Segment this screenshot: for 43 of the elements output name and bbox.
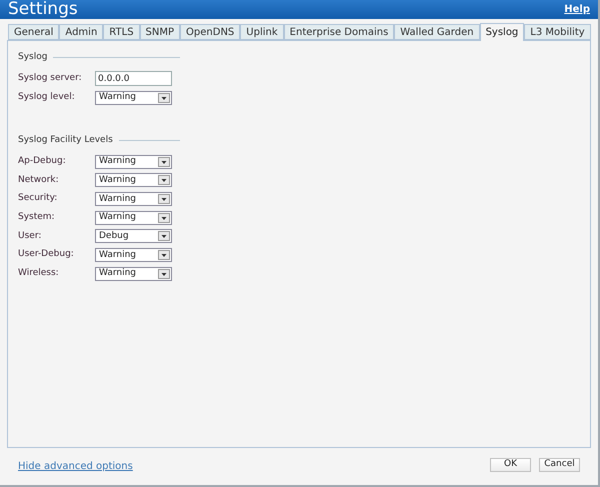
window-title: Settings [8, 1, 78, 18]
caret-icon [158, 175, 170, 186]
dropdown[interactable]: Warning [95, 90, 172, 105]
text-field[interactable]: 0.0.0.0 [95, 71, 172, 86]
cancel-button[interactable]: Cancel [539, 458, 580, 472]
tab[interactable]: L3 Mobility [524, 24, 591, 40]
dropdown[interactable]: Warning [95, 173, 172, 188]
field-label: Syslog server: [18, 72, 83, 86]
dropdown[interactable]: Debug [95, 229, 172, 244]
tab[interactable]: SNMP [140, 24, 180, 40]
dropdown[interactable]: Warning [95, 154, 172, 169]
tab[interactable]: Walled Garden [394, 24, 480, 40]
caret-icon [158, 212, 170, 223]
field-label: User: [18, 230, 42, 243]
field-label: System: [18, 211, 56, 224]
tab[interactable]: General [8, 24, 60, 40]
field-label: Network: [18, 174, 60, 187]
section-title: Syslog Facility Levels [18, 134, 113, 147]
dropdown[interactable]: Warning [95, 210, 172, 225]
caret-icon [158, 156, 170, 167]
help-link[interactable]: Help [564, 2, 590, 17]
tab[interactable]: RTLS [103, 24, 140, 40]
caret-icon [158, 92, 170, 103]
dropdown[interactable]: Warning [95, 248, 172, 262]
dropdown[interactable]: Warning [95, 192, 172, 206]
field-label: Wireless: [18, 267, 60, 280]
tab[interactable]: Syslog [480, 23, 524, 41]
tab[interactable]: Enterprise Domains [284, 24, 394, 40]
tab[interactable]: Uplink [240, 24, 284, 40]
hide-advanced-link[interactable]: Hide advanced options [18, 459, 133, 474]
field-label: Security: [18, 192, 58, 206]
dropdown[interactable]: Warning [95, 266, 172, 281]
caret-icon [158, 268, 170, 279]
ok-button[interactable]: OK [490, 458, 531, 472]
tab[interactable]: OpenDNS [180, 24, 240, 40]
field-label: Syslog level: [18, 90, 76, 104]
tab[interactable]: Admin [59, 24, 104, 40]
caret-icon [158, 250, 170, 260]
field-label: User-Debug: [18, 248, 75, 262]
section-title: Syslog [18, 51, 48, 64]
field-label: Ap-Debug: [18, 154, 67, 168]
caret-icon [158, 194, 170, 204]
caret-icon [158, 231, 170, 242]
